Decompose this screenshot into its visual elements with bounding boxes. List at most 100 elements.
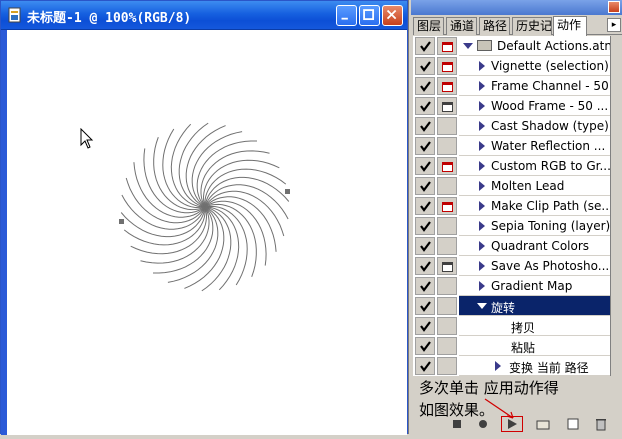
toggle-checkbox[interactable] — [415, 237, 435, 255]
tab-actions[interactable]: 动作 — [553, 16, 587, 36]
dialog-toggle[interactable] — [437, 157, 457, 175]
dialog-toggle[interactable] — [437, 277, 457, 295]
toggle-checkbox[interactable] — [415, 297, 435, 315]
panel-title-bar[interactable] — [411, 0, 622, 15]
path-anchor-point[interactable] — [119, 219, 124, 224]
collapsed-arrow-icon[interactable] — [479, 141, 485, 151]
action-row[interactable]: Save As Photosho... — [413, 256, 610, 276]
toggle-checkbox[interactable] — [415, 77, 435, 95]
tab-channels[interactable]: 通道 — [446, 17, 477, 35]
toggle-checkbox[interactable] — [415, 97, 435, 115]
action-row[interactable]: Molten Lead — [413, 176, 610, 196]
maximize-button[interactable] — [359, 5, 380, 26]
spiral-artwork — [119, 122, 290, 292]
tab-paths[interactable]: 路径 — [479, 17, 510, 35]
dialog-toggle[interactable] — [437, 217, 457, 235]
collapsed-arrow-icon[interactable] — [479, 261, 485, 271]
toggle-checkbox[interactable] — [415, 117, 435, 135]
toggle-checkbox[interactable] — [415, 337, 435, 355]
checkmark-icon — [420, 261, 431, 272]
path-anchor-point[interactable] — [285, 189, 290, 194]
expanded-arrow-icon[interactable] — [477, 303, 487, 309]
dialog-toggle[interactable] — [437, 357, 457, 375]
action-step-row[interactable]: 粘贴 — [413, 336, 610, 356]
dialog-toggle[interactable] — [437, 137, 457, 155]
toggle-checkbox[interactable] — [415, 217, 435, 235]
dialog-toggle[interactable] — [437, 177, 457, 195]
dialog-toggle[interactable] — [437, 97, 457, 115]
toggle-checkbox[interactable] — [415, 317, 435, 335]
collapsed-arrow-icon[interactable] — [479, 221, 485, 231]
action-label: Make Clip Path (se... — [491, 199, 610, 213]
action-row[interactable]: Wood Frame - 50 ... — [413, 96, 610, 116]
dialog-toggle[interactable] — [437, 37, 457, 55]
toggle-checkbox[interactable] — [415, 357, 435, 375]
play-icon[interactable] — [504, 417, 520, 431]
checkmark-icon — [420, 181, 431, 192]
action-row[interactable]: Frame Channel - 50... — [413, 76, 610, 96]
tab-history[interactable]: 历史记 — [512, 17, 552, 35]
action-step-row[interactable]: 变换 当前 路径 — [413, 356, 610, 376]
checkmark-icon — [420, 101, 431, 112]
action-row[interactable]: Cast Shadow (type) — [413, 116, 610, 136]
action-row[interactable]: Make Clip Path (se... — [413, 196, 610, 216]
dialog-toggle[interactable] — [437, 57, 457, 75]
toggle-checkbox[interactable] — [415, 157, 435, 175]
row-content: 拷贝 — [459, 316, 610, 336]
minimize-button[interactable] — [336, 5, 357, 26]
collapsed-arrow-icon[interactable] — [479, 201, 485, 211]
close-button[interactable] — [382, 5, 403, 26]
checkmark-icon — [420, 141, 431, 152]
record-icon[interactable] — [475, 417, 491, 431]
checkmark-icon — [420, 161, 431, 172]
dialog-toggle[interactable] — [437, 197, 457, 215]
panel-menu-icon[interactable]: ▸ — [607, 18, 621, 32]
panel-close-icon[interactable] — [608, 1, 620, 13]
collapsed-arrow-icon[interactable] — [495, 361, 501, 371]
canvas[interactable] — [7, 30, 407, 435]
collapsed-arrow-icon[interactable] — [479, 121, 485, 131]
toggle-checkbox[interactable] — [415, 137, 435, 155]
stop-icon[interactable] — [449, 417, 465, 431]
dialog-toggle[interactable] — [437, 317, 457, 335]
document-title-bar[interactable]: 未标题-1 @ 100%(RGB/8) — [1, 1, 407, 30]
action-row[interactable]: Vignette (selection) — [413, 56, 610, 76]
collapsed-arrow-icon[interactable] — [479, 281, 485, 291]
action-row[interactable]: Custom RGB to Gr... — [413, 156, 610, 176]
trash-icon[interactable] — [593, 417, 609, 431]
action-row[interactable]: Quadrant Colors — [413, 236, 610, 256]
dialog-toggle[interactable] — [437, 337, 457, 355]
dialog-toggle[interactable] — [437, 117, 457, 135]
mouse-cursor-icon — [80, 128, 94, 149]
toggle-checkbox[interactable] — [415, 57, 435, 75]
dialog-toggle[interactable] — [437, 257, 457, 275]
collapsed-arrow-icon[interactable] — [479, 101, 485, 111]
new-set-icon[interactable] — [535, 417, 551, 431]
collapsed-arrow-icon[interactable] — [479, 61, 485, 71]
new-action-icon[interactable] — [565, 417, 581, 431]
collapsed-arrow-icon[interactable] — [479, 241, 485, 251]
action-row[interactable]: Water Reflection ... — [413, 136, 610, 156]
action-row[interactable]: 旋转 — [413, 296, 610, 316]
collapsed-arrow-icon[interactable] — [479, 161, 485, 171]
toggle-checkbox[interactable] — [415, 37, 435, 55]
action-row[interactable]: Sepia Toning (layer) — [413, 216, 610, 236]
dialog-toggle[interactable] — [437, 77, 457, 95]
action-label: Default Actions.atn — [497, 39, 610, 53]
action-step-row[interactable]: 拷贝 — [413, 316, 610, 336]
action-row[interactable]: Gradient Map — [413, 276, 610, 296]
toggle-checkbox[interactable] — [415, 277, 435, 295]
tab-layers[interactable]: 图层 — [413, 17, 444, 35]
scrollbar[interactable] — [610, 36, 622, 376]
toggle-checkbox[interactable] — [415, 177, 435, 195]
dialog-toggle[interactable] — [437, 237, 457, 255]
collapsed-arrow-icon[interactable] — [479, 81, 485, 91]
row-content: Gradient Map — [459, 276, 610, 296]
action-set-row[interactable]: Default Actions.atn — [413, 36, 610, 56]
expanded-arrow-icon[interactable] — [463, 43, 473, 49]
dialog-toggle[interactable] — [437, 297, 457, 315]
collapsed-arrow-icon[interactable] — [479, 181, 485, 191]
toggle-checkbox[interactable] — [415, 197, 435, 215]
actions-panel: 图层 通道 路径 历史记 动作 ▸ Default Actions.atn Vig… — [408, 0, 622, 434]
toggle-checkbox[interactable] — [415, 257, 435, 275]
